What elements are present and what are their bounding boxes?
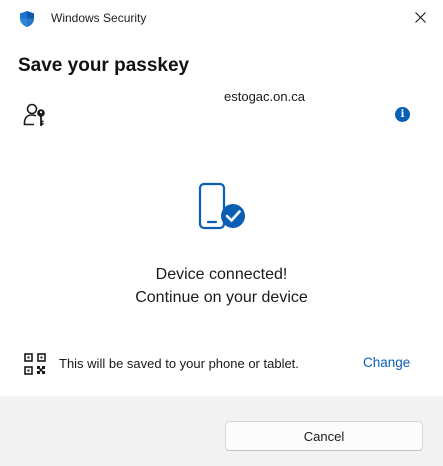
cancel-button[interactable]: Cancel <box>225 421 423 451</box>
qr-code-icon <box>24 353 46 375</box>
status-message: Device connected! Continue on your devic… <box>0 263 443 309</box>
close-button[interactable] <box>397 0 443 38</box>
status-line-2: Continue on your device <box>135 289 308 306</box>
windows-security-dialog: Windows Security Save your passkey estog… <box>0 0 443 466</box>
status-line-1: Device connected! <box>155 266 288 283</box>
phone-check-icon <box>196 182 248 234</box>
close-icon <box>414 10 426 28</box>
dialog-footer: Cancel <box>0 396 443 466</box>
save-destination-text: This will be saved to your phone or tabl… <box>59 356 299 371</box>
app-title: Windows Security <box>51 11 147 25</box>
change-link[interactable]: Change <box>363 355 410 370</box>
info-icon[interactable]: i <box>395 107 410 122</box>
shield-icon <box>18 10 36 28</box>
user-key-icon <box>22 102 48 128</box>
dialog-title: Save your passkey <box>18 55 190 76</box>
title-bar: Windows Security <box>0 0 443 38</box>
relying-party-name: estogac.on.ca <box>224 89 305 104</box>
